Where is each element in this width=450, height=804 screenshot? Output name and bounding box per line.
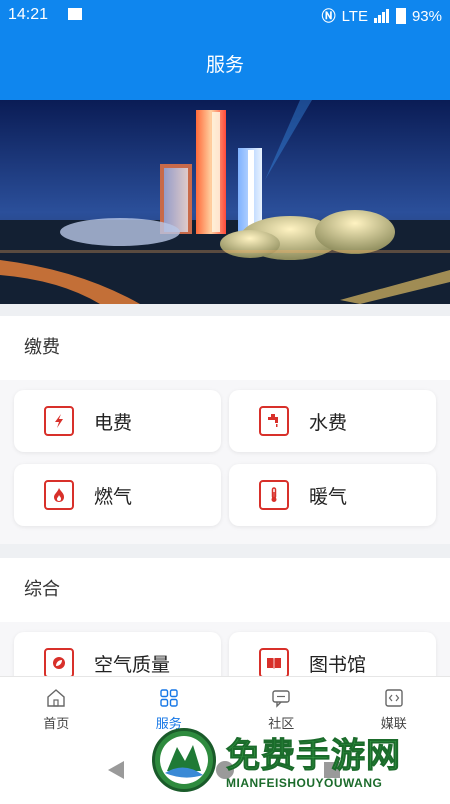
media-icon [383, 687, 405, 709]
section-title: 缴费 [0, 316, 450, 380]
section-general: 综合 空气质量 图书馆 [0, 558, 450, 676]
section-payments: 缴费 电费 水费 燃气 [0, 316, 450, 544]
air-quality-card[interactable]: 空气质量 [14, 632, 221, 676]
section-title: 综合 [0, 558, 450, 622]
nav-home[interactable]: 首页 [0, 677, 113, 741]
grid-icon [158, 687, 180, 709]
app-bar: 服务 [0, 32, 450, 100]
status-bar: 14:21 Ⓝ LTE 93% [0, 0, 450, 32]
faucet-icon [259, 406, 289, 436]
battery-icon [396, 8, 406, 24]
city-skyline-illustration [0, 100, 450, 304]
leaf-icon [44, 648, 74, 676]
water-card[interactable]: 水费 [229, 390, 436, 452]
watermark: 免费手游网 MIANFEISHOUYOUWANG [152, 728, 448, 798]
image-notification-icon [68, 8, 82, 20]
thermometer-icon [259, 480, 289, 510]
lightning-icon [44, 406, 74, 436]
top-spacer [0, 304, 450, 316]
payments-grid: 电费 水费 燃气 暖气 [0, 380, 450, 544]
nav-label: 首页 [43, 713, 69, 732]
page-title: 服务 [206, 54, 244, 76]
signal-icon [374, 9, 390, 23]
watermark-logo [152, 728, 216, 792]
banner-image[interactable] [0, 100, 450, 304]
general-grid: 空气质量 图书馆 [0, 622, 450, 676]
card-label: 图书馆 [309, 650, 366, 677]
status-icons: Ⓝ LTE 93% [322, 6, 442, 26]
watermark-subtitle: MIANFEISHOUYOUWANG [226, 776, 382, 790]
gas-card[interactable]: 燃气 [14, 464, 221, 526]
home-icon [45, 687, 67, 709]
flame-icon [44, 480, 74, 510]
heating-card[interactable]: 暖气 [229, 464, 436, 526]
electricity-card[interactable]: 电费 [14, 390, 221, 452]
book-icon [259, 648, 289, 676]
network-type: LTE [342, 8, 368, 25]
card-label: 燃气 [94, 482, 132, 509]
card-label: 暖气 [309, 482, 347, 509]
library-card[interactable]: 图书馆 [229, 632, 436, 676]
card-label: 空气质量 [94, 650, 170, 677]
battery-percent: 93% [412, 8, 442, 25]
services-content[interactable]: 缴费 电费 水费 燃气 [0, 304, 450, 676]
nfc-icon: Ⓝ [322, 6, 336, 26]
card-label: 水费 [309, 408, 347, 435]
watermark-title: 免费手游网 [226, 728, 401, 777]
card-label: 电费 [94, 408, 132, 435]
status-time: 14:21 [8, 6, 48, 24]
section-divider [0, 544, 450, 558]
back-icon [108, 761, 124, 779]
chat-icon [270, 687, 292, 709]
